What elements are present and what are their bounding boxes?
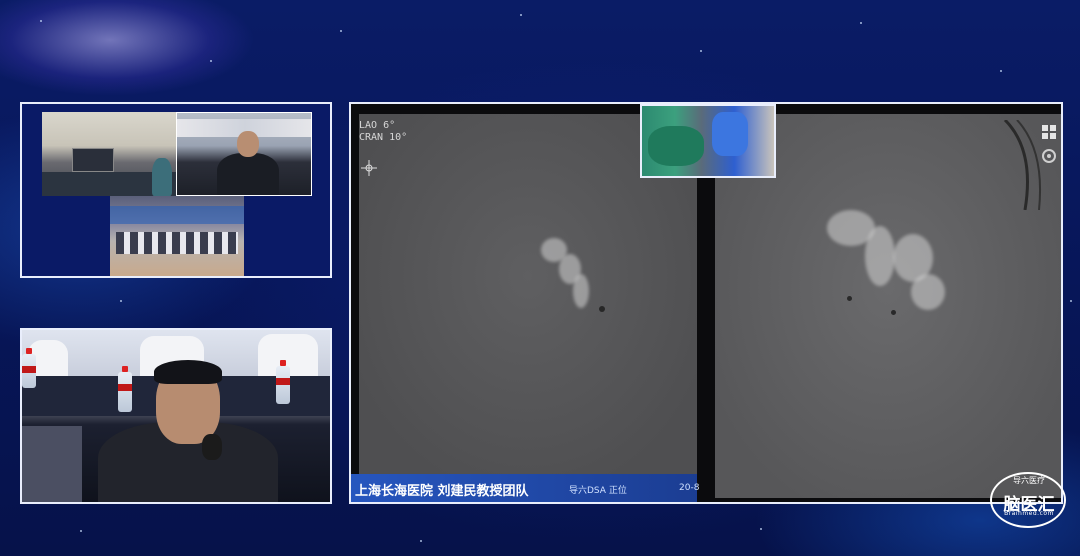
vessel-opacity	[573, 274, 589, 308]
catheter-tip	[599, 306, 605, 312]
logo-url-text: Brainmed.com	[1004, 510, 1054, 517]
star	[80, 530, 82, 532]
star	[120, 300, 122, 302]
caption-mode: 导六DSA 正位	[569, 486, 627, 496]
caption-bar: 上海长海医院 刘建民教授团队 导六DSA 正位 20-8	[351, 474, 700, 502]
caption-hospital-team: 上海长海医院 刘建民教授团队	[355, 484, 529, 499]
video-feed-speaker[interactable]	[176, 112, 312, 196]
settings-icon[interactable]	[1041, 148, 1057, 164]
water-bottle	[22, 348, 36, 388]
vessel-opacity	[911, 274, 945, 310]
projection-angle-lao: LAO 6°	[359, 120, 396, 131]
grid-icon[interactable]	[1041, 124, 1057, 140]
audience-rows	[116, 232, 238, 254]
catheter-marker	[891, 310, 896, 315]
caption-frame-number: 20-8	[679, 483, 700, 493]
staff-figure	[152, 158, 172, 196]
vessel-opacity	[865, 226, 895, 286]
water-bottle	[276, 360, 290, 404]
star	[700, 50, 702, 52]
star	[520, 14, 522, 16]
audience-shoulder	[22, 426, 82, 502]
monitor-screen	[72, 148, 114, 172]
star	[340, 30, 342, 32]
star	[40, 20, 42, 22]
speaker-closeup-panel[interactable]	[20, 328, 332, 504]
star	[1070, 300, 1072, 302]
video-grid-panel[interactable]	[20, 102, 332, 278]
crosshair-icon[interactable]	[361, 160, 377, 176]
video-feed-conference-hall[interactable]	[110, 196, 244, 276]
star	[420, 540, 422, 542]
stage-banner	[110, 206, 244, 224]
operating-room-pip-video[interactable]	[640, 104, 776, 178]
star	[210, 60, 212, 62]
speaker-figure	[217, 153, 279, 195]
star	[1000, 70, 1002, 72]
dsa-angiography-panel[interactable]: LAO 6° CRAN 10° 上海长海医院 刘建民教授团队 导六DSA 正位 …	[349, 102, 1063, 504]
star	[860, 22, 862, 24]
speaker-head	[237, 131, 259, 157]
projection-angle-cran: CRAN 10°	[359, 132, 408, 143]
microphone	[202, 434, 222, 460]
video-feed-operating-room[interactable]	[42, 112, 176, 196]
surgical-drape	[648, 126, 704, 166]
surgeon-gown	[712, 112, 748, 156]
logo-top-text: 导六医疗	[1013, 476, 1045, 485]
star	[760, 528, 762, 530]
catheter-marker	[847, 296, 852, 301]
speaker-hair	[154, 360, 222, 384]
brainmed-logo: 导六医疗 脑医汇 Brainmed.com	[990, 472, 1068, 528]
water-bottle	[118, 366, 132, 412]
